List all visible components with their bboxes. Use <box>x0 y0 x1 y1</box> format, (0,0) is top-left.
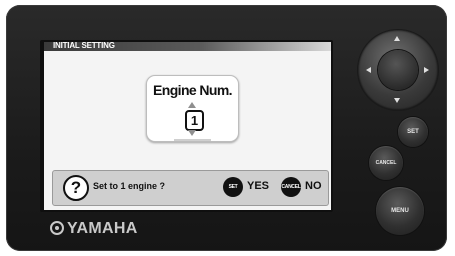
brand-logo-text: YAMAHA <box>67 220 138 237</box>
display-screen: INITIAL SETTING Engine Num. 1 ? Set to 1… <box>44 42 331 210</box>
directional-pad-center[interactable] <box>378 50 418 90</box>
no-option[interactable]: NO <box>305 180 322 192</box>
cancel-key-hint-label: CANCEL <box>281 184 301 190</box>
screen-title: INITIAL SETTING <box>53 42 115 50</box>
yes-option[interactable]: YES <box>247 180 269 192</box>
cancel-button[interactable]: CANCEL <box>369 146 403 180</box>
left-arrow-icon[interactable] <box>366 67 371 73</box>
down-arrow-icon[interactable] <box>394 98 400 103</box>
title-bar: INITIAL SETTING <box>44 42 331 51</box>
question-icon: ? <box>63 175 89 201</box>
panel-title: Engine Num. <box>153 82 233 98</box>
increment-arrow-icon[interactable] <box>188 102 196 108</box>
set-button-label: SET <box>407 129 419 135</box>
up-arrow-icon[interactable] <box>394 36 400 41</box>
brand-logo: YAMAHA <box>50 220 138 238</box>
cancel-key-hint-icon: CANCEL <box>281 177 301 197</box>
confirmation-bar: ? Set to 1 engine ? SET YES CANCEL NO <box>52 170 329 206</box>
decrement-arrow-icon[interactable] <box>188 130 196 136</box>
right-arrow-icon[interactable] <box>424 67 429 73</box>
engine-number-panel: Engine Num. 1 <box>146 75 239 142</box>
engine-number-value[interactable]: 1 <box>185 110 204 131</box>
set-key-hint-label: SET <box>228 184 238 190</box>
set-key-hint-icon: SET <box>223 177 243 197</box>
menu-button[interactable]: MENU <box>376 187 424 235</box>
tuning-fork-logo-icon <box>50 221 64 235</box>
set-button[interactable]: SET <box>398 117 428 147</box>
cancel-button-label: CANCEL <box>375 160 397 166</box>
panel-underline <box>174 139 211 141</box>
menu-button-label: MENU <box>391 208 409 214</box>
confirmation-prompt: Set to 1 engine ? <box>93 181 166 191</box>
